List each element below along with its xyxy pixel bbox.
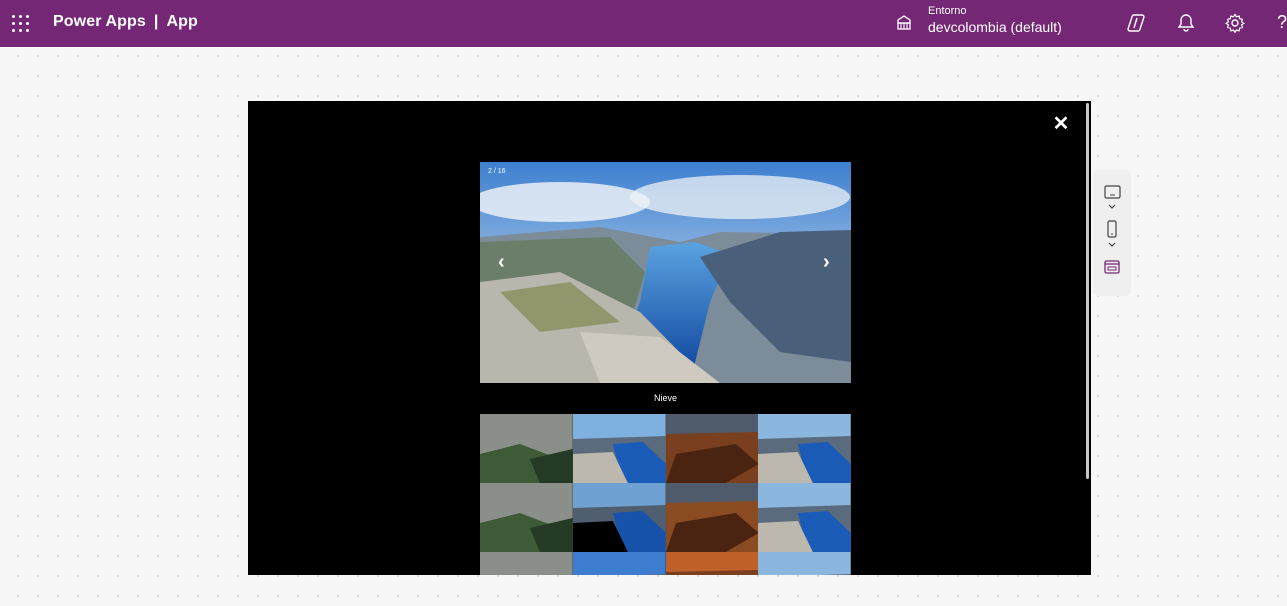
top-bar: Power Apps | App Entorno devcolombia (defa… [0, 0, 1287, 47]
settings-gear-icon[interactable] [1225, 13, 1245, 33]
thumbnail-moss[interactable] [480, 552, 573, 575]
page-name: App [166, 13, 198, 30]
image-viewer-screen: ✕ 2 / 16 ‹ › Nieve [248, 101, 1091, 575]
thumbnail-fjord[interactable] [572, 483, 666, 552]
thumbnail-fjord[interactable] [572, 414, 666, 483]
image-counter: 2 / 16 [488, 168, 506, 175]
notification-bell-icon[interactable] [1176, 13, 1196, 33]
thumbnail-fjord[interactable] [758, 552, 851, 575]
app-preview-icon[interactable] [1099, 259, 1125, 275]
fjord-photo [480, 162, 851, 383]
title-separator: | [153, 13, 159, 30]
chevron-down-icon[interactable] [1099, 240, 1125, 250]
main-image: 2 / 16 ‹ › [480, 162, 851, 383]
chevron-down-icon[interactable] [1099, 202, 1125, 212]
device-toolbar [1093, 170, 1131, 296]
thumbnail-fjord[interactable] [758, 483, 851, 552]
vertical-scrollbar[interactable] [1086, 103, 1089, 479]
thumbnail-rock[interactable] [665, 552, 759, 575]
thumbnail-rock[interactable] [665, 414, 759, 483]
app-launcher-icon[interactable] [12, 15, 29, 32]
app-title[interactable]: Power Apps | App [53, 13, 198, 31]
thumbnail-moss[interactable] [480, 414, 573, 483]
copilot-icon[interactable] [1127, 13, 1147, 33]
environment-selector[interactable]: devcolombia (default) [928, 19, 1062, 35]
product-name: Power Apps [53, 13, 146, 30]
environment-label: Entorno [928, 5, 967, 17]
previous-image-button[interactable]: ‹ [498, 252, 505, 272]
environment-icon[interactable] [895, 14, 913, 32]
help-icon[interactable]: ? [1277, 12, 1287, 33]
phone-layout-icon[interactable] [1099, 220, 1125, 238]
thumbnail-rock[interactable] [665, 483, 759, 552]
thumbnail-gallery [480, 414, 851, 575]
thumbnail-moss[interactable] [480, 483, 573, 552]
thumbnail-fjord[interactable] [572, 552, 666, 575]
close-icon[interactable]: ✕ [1052, 114, 1070, 134]
tablet-layout-icon[interactable] [1099, 184, 1125, 200]
thumbnail-fjord[interactable] [758, 414, 851, 483]
image-caption: Nieve [653, 393, 677, 403]
next-image-button[interactable]: › [823, 252, 830, 272]
